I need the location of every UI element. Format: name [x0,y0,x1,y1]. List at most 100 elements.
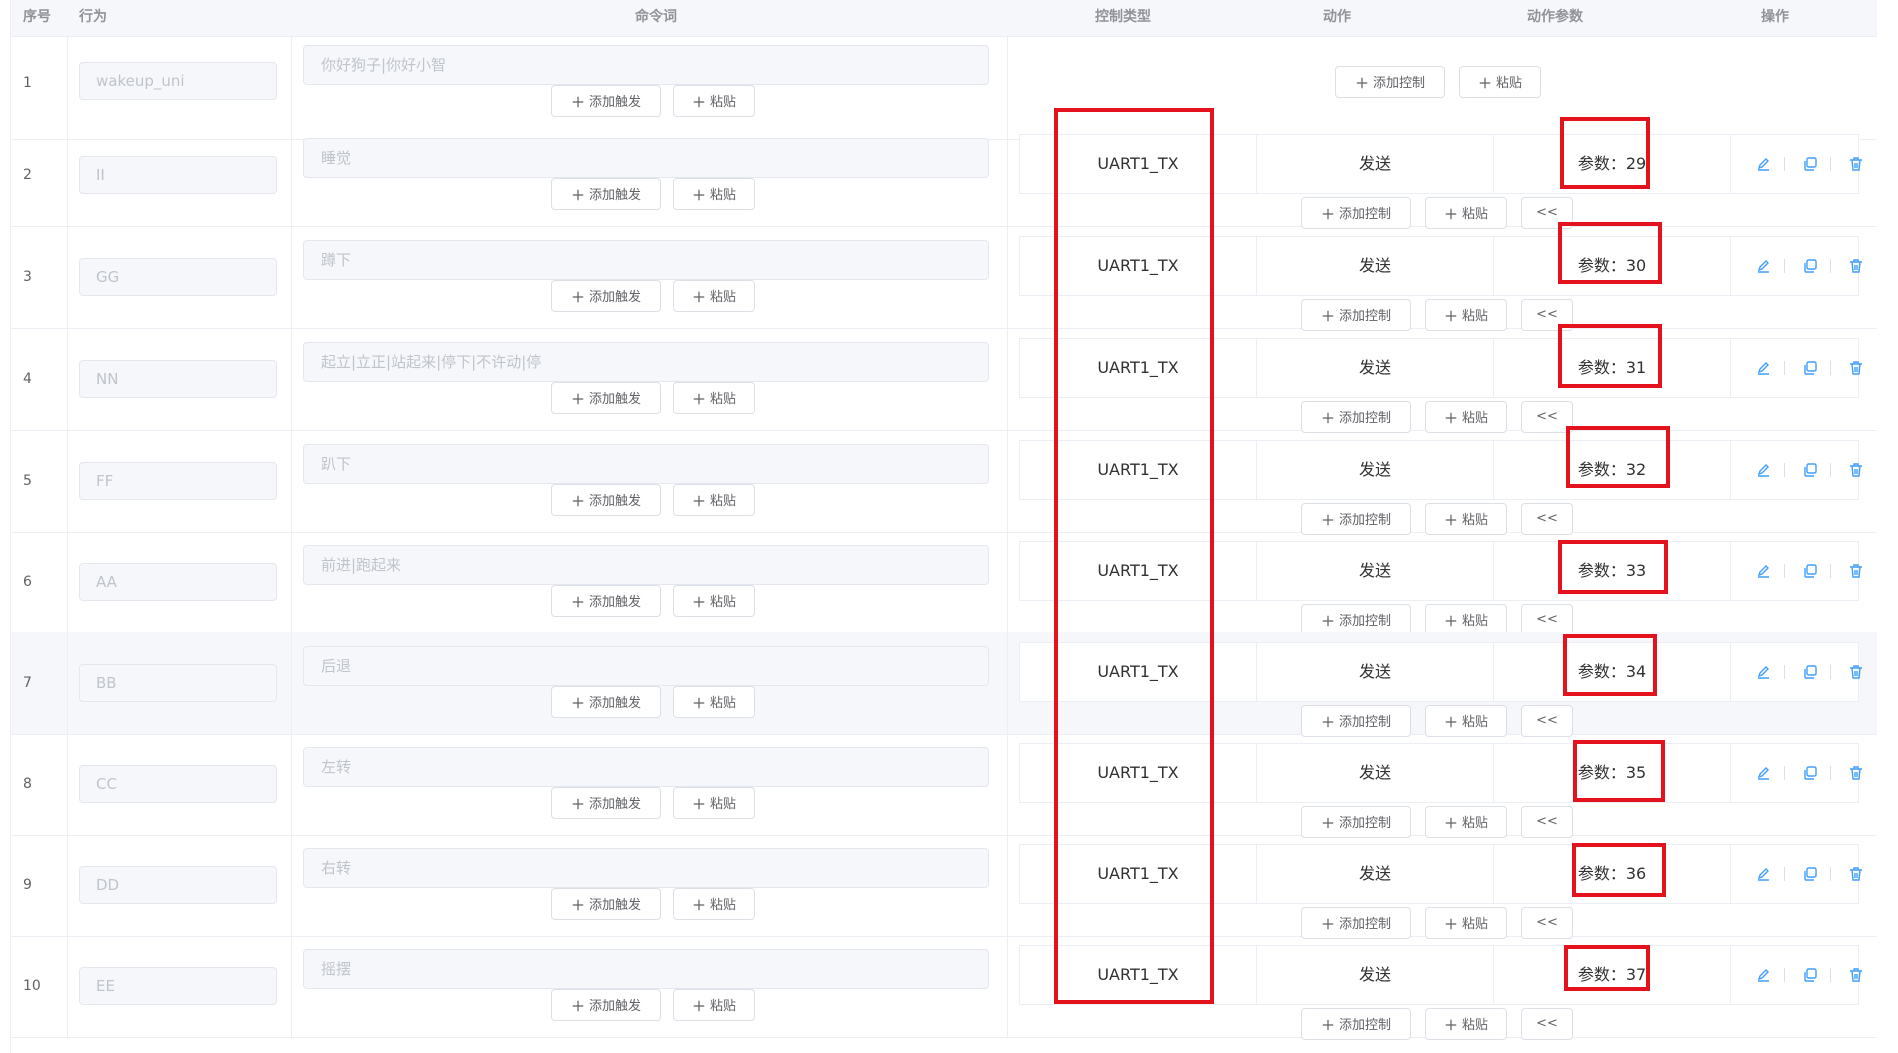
plus-icon [571,793,585,812]
plus-icon [692,286,706,305]
paste-control-button[interactable]: 粘贴 [1425,197,1507,229]
paste-button[interactable]: 粘贴 [673,989,755,1021]
plus-icon [1444,203,1458,222]
behavior-input[interactable]: wakeup_uni [79,62,277,100]
paste-button[interactable]: 粘贴 [673,888,755,920]
add-trigger-button[interactable]: 添加触发 [551,382,661,414]
edit-icon[interactable] [1756,765,1772,781]
command-input[interactable]: 前进|跑起来 [303,545,989,585]
copy-icon[interactable] [1802,967,1818,983]
add-control-button-label: 添加控制 [1338,715,1391,730]
paste-button[interactable]: 粘贴 [673,484,755,516]
add-trigger-button-label: 添加触发 [588,696,641,711]
divider [1730,237,1731,295]
copy-icon[interactable] [1802,866,1818,882]
behavior-input[interactable]: EE [79,967,277,1005]
copy-icon[interactable] [1802,156,1818,172]
paste-button[interactable]: 粘贴 [673,382,755,414]
behavior-input[interactable]: DD [79,866,277,904]
divider [1730,744,1731,802]
add-trigger-button[interactable]: 添加触发 [551,787,661,819]
copy-icon[interactable] [1802,258,1818,274]
edit-icon[interactable] [1756,563,1772,579]
add-control-button[interactable]: 添加控制 [1301,299,1411,331]
behavior-input[interactable]: II [79,156,277,194]
edit-icon[interactable] [1756,258,1772,274]
paste-control-button[interactable]: 粘贴 [1459,66,1541,98]
action-cell: 发送 [1358,763,1391,782]
behavior-input[interactable]: FF [79,462,277,500]
collapse-button[interactable]: << [1521,1008,1573,1040]
paste-control-button[interactable]: 粘贴 [1425,401,1507,433]
add-trigger-button-label: 添加触发 [588,188,641,203]
edit-icon[interactable] [1756,360,1772,376]
highlight-param-box [1558,324,1662,388]
paste-control-button[interactable]: 粘贴 [1425,299,1507,331]
delete-icon[interactable] [1848,156,1864,172]
command-input[interactable]: 你好狗子|你好小智 [303,45,989,85]
delete-icon[interactable] [1848,664,1864,680]
paste-control-button-label: 粘贴 [1461,715,1488,730]
divider [1830,463,1831,477]
add-control-button[interactable]: 添加控制 [1301,197,1411,229]
delete-icon[interactable] [1848,360,1864,376]
delete-icon[interactable] [1848,258,1864,274]
edit-icon[interactable] [1756,156,1772,172]
paste-control-button[interactable]: 粘贴 [1425,1008,1507,1040]
add-trigger-button[interactable]: 添加触发 [551,888,661,920]
divider [1730,339,1731,397]
edit-icon[interactable] [1756,462,1772,478]
edit-icon[interactable] [1756,967,1772,983]
edit-icon[interactable] [1756,664,1772,680]
command-input[interactable]: 左转 [303,747,989,787]
copy-icon[interactable] [1802,563,1818,579]
add-control-button[interactable]: 添加控制 [1335,66,1445,98]
command-input[interactable]: 摇摆 [303,949,989,989]
add-control-button-label: 添加控制 [1338,816,1391,831]
behavior-input[interactable]: NN [79,360,277,398]
add-control-button[interactable]: 添加控制 [1301,1008,1411,1040]
paste-button[interactable]: 粘贴 [673,280,755,312]
column-divider [291,226,292,328]
command-input[interactable]: 右转 [303,848,989,888]
delete-icon[interactable] [1848,967,1864,983]
behavior-input[interactable]: CC [79,765,277,803]
plus-icon [1321,305,1335,324]
add-trigger-button[interactable]: 添加触发 [551,178,661,210]
edit-icon[interactable] [1756,866,1772,882]
copy-icon[interactable] [1802,664,1818,680]
paste-button[interactable]: 粘贴 [673,686,755,718]
behavior-input[interactable]: BB [79,664,277,702]
delete-icon[interactable] [1848,563,1864,579]
add-trigger-button[interactable]: 添加触发 [551,585,661,617]
add-trigger-button-label: 添加触发 [588,797,641,812]
paste-button[interactable]: 粘贴 [673,787,755,819]
add-trigger-button[interactable]: 添加触发 [551,85,661,117]
add-trigger-button[interactable]: 添加触发 [551,484,661,516]
paste-button[interactable]: 粘贴 [673,85,755,117]
paste-button[interactable]: 粘贴 [673,178,755,210]
command-input[interactable]: 后退 [303,646,989,686]
delete-icon[interactable] [1848,462,1864,478]
command-input[interactable]: 蹲下 [303,240,989,280]
behavior-input[interactable]: AA [79,563,277,601]
paste-button[interactable]: 粘贴 [673,585,755,617]
paste-control-button-label: 粘贴 [1495,76,1522,91]
add-trigger-button[interactable]: 添加触发 [551,989,661,1021]
column-divider [291,124,292,226]
copy-icon[interactable] [1802,765,1818,781]
command-input[interactable]: 趴下 [303,444,989,484]
delete-icon[interactable] [1848,765,1864,781]
copy-icon[interactable] [1802,462,1818,478]
divider [1830,259,1831,273]
copy-icon[interactable] [1802,360,1818,376]
behavior-input[interactable]: GG [79,258,277,296]
command-input[interactable]: 睡觉 [303,138,989,178]
row-index: 3 [23,269,32,285]
add-trigger-button[interactable]: 添加触发 [551,280,661,312]
add-control-button[interactable]: 添加控制 [1301,401,1411,433]
add-trigger-button[interactable]: 添加触发 [551,686,661,718]
command-input[interactable]: 起立|立正|站起来|停下|不许动|停 [303,342,989,382]
column-divider [291,733,292,835]
delete-icon[interactable] [1848,866,1864,882]
